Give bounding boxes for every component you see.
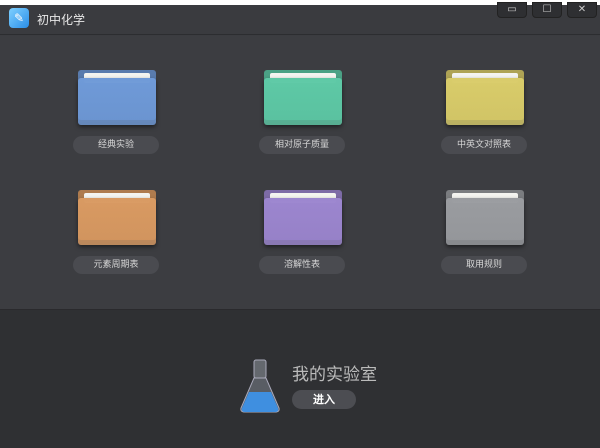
folder-icon[interactable] [264, 190, 342, 245]
folder-icon[interactable] [446, 70, 524, 125]
close-button[interactable]: ✕ [567, 2, 597, 18]
folder-icon[interactable] [78, 70, 156, 125]
tile-chinese-english-table[interactable]: 中英文对照表 [424, 70, 544, 180]
app-logo-icon: ✎ [9, 8, 29, 28]
maximize-button[interactable]: ☐ [532, 2, 562, 18]
folder-icon[interactable] [446, 190, 524, 245]
title-bar: ✎ 初中化学 ▭ ☐ ✕ [0, 2, 600, 35]
my-lab-title: 我的实验室 [292, 365, 377, 385]
minimize-button[interactable]: ▭ [497, 2, 527, 18]
app-title: 初中化学 [37, 13, 86, 27]
enter-lab-button[interactable]: 进入 [292, 390, 356, 409]
tile-label[interactable]: 元素周期表 [73, 256, 159, 274]
tile-periodic-table[interactable]: 元素周期表 [56, 190, 176, 300]
tile-solubility-table[interactable]: 溶解性表 [242, 190, 362, 300]
tile-label[interactable]: 经典实验 [73, 136, 159, 154]
tile-usage-rules[interactable]: 取用规则 [424, 190, 544, 300]
tile-label[interactable]: 取用规则 [441, 256, 527, 274]
tile-label[interactable]: 中英文对照表 [441, 136, 527, 154]
folder-icon[interactable] [264, 70, 342, 125]
tile-classic-experiments[interactable]: 经典实验 [56, 70, 176, 180]
tile-label[interactable]: 溶解性表 [259, 256, 345, 274]
tile-label[interactable]: 相对原子质量 [259, 136, 345, 154]
folder-icon[interactable] [78, 190, 156, 245]
tile-relative-atomic-mass[interactable]: 相对原子质量 [242, 70, 362, 180]
flask-icon [238, 358, 282, 414]
